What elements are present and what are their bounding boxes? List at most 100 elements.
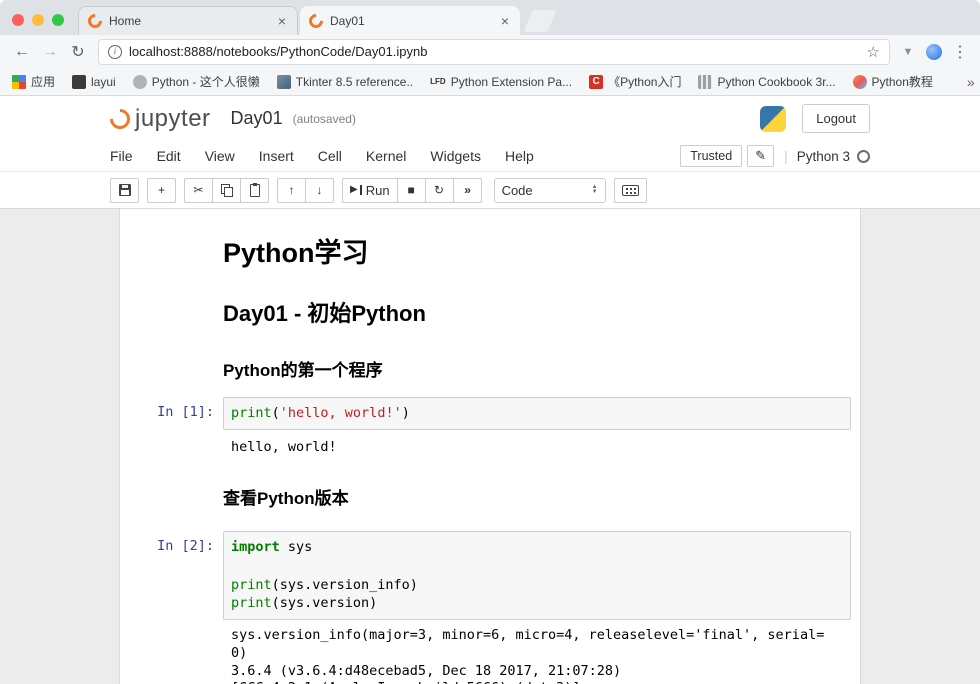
input-prompt: In [1]: — [129, 397, 223, 420]
copy-cell-button[interactable] — [212, 178, 241, 203]
menu-edit[interactable]: Edit — [145, 148, 193, 164]
add-cell-button[interactable]: + — [147, 178, 176, 203]
browser-window: Home × Day01 × ← → ↻ i localhost:8888/no… — [0, 0, 980, 684]
restart-run-all-button[interactable]: » — [453, 178, 482, 203]
menu-insert[interactable]: Insert — [247, 148, 306, 164]
menu-view[interactable]: View — [193, 148, 247, 164]
window-zoom-button[interactable] — [52, 14, 64, 26]
browser-menu-icon[interactable]: ⋮ — [950, 42, 970, 62]
save-button[interactable] — [110, 178, 139, 203]
extension-globe-icon[interactable] — [926, 44, 942, 60]
stop-icon: ■ — [407, 184, 414, 196]
refresh-icon: ↻ — [434, 184, 444, 196]
run-cell-button[interactable]: ▶ Run — [342, 178, 398, 203]
floppy-icon — [119, 184, 131, 196]
bookmarks-overflow-icon[interactable]: » — [967, 74, 975, 90]
kernel-divider: | — [784, 148, 788, 164]
kernel-name: Python 3 — [797, 149, 850, 164]
back-button[interactable]: ← — [10, 43, 34, 61]
jupyter-logo[interactable]: jupyter — [110, 105, 211, 133]
arrow-down-icon: ↓ — [317, 184, 323, 196]
extension-triangle-icon[interactable]: ▼ — [898, 46, 918, 58]
code-input[interactable]: import sysprint(sys.version_info)print(s… — [223, 531, 851, 620]
interrupt-kernel-button[interactable]: ■ — [397, 178, 426, 203]
menu-file[interactable]: File — [110, 148, 145, 164]
trusted-button[interactable]: Trusted — [680, 145, 742, 167]
tab-strip: Home × Day01 × — [0, 0, 980, 35]
paste-cell-button[interactable] — [240, 178, 269, 203]
browser-tab-day01[interactable]: Day01 × — [300, 6, 520, 35]
tab-title: Day01 — [330, 14, 492, 28]
window-minimize-button[interactable] — [32, 14, 44, 26]
bookmark-label: 应用 — [31, 73, 55, 90]
bookmark-tkinter[interactable]: Tkinter 8.5 reference.. — [277, 75, 413, 89]
paste-icon — [250, 184, 260, 197]
window-close-button[interactable] — [12, 14, 24, 26]
menu-kernel[interactable]: Kernel — [354, 148, 418, 164]
bookmark-python-extension[interactable]: LFD Python Extension Pa... — [430, 75, 572, 89]
bookmark-python-lazy[interactable]: Python - 这个人很懒 — [133, 73, 260, 90]
python-logo — [760, 106, 786, 132]
run-label: Run — [366, 183, 390, 198]
markdown-heading-3a[interactable]: Python的第一个程序 — [223, 356, 851, 381]
markdown-heading-1[interactable]: Python学习 — [223, 231, 851, 270]
jupyter-logo-icon — [106, 104, 134, 132]
browser-tab-home[interactable]: Home × — [78, 6, 298, 35]
notebook-scroll-area[interactable]: Python学习 Day01 - 初始Python Python的第一个程序 I… — [0, 208, 980, 684]
bookmark-label: layui — [91, 75, 116, 89]
tkinter-favicon — [277, 75, 291, 89]
bookmark-star-icon[interactable]: ☆ — [867, 43, 880, 61]
markdown-heading-3b[interactable]: 查看Python版本 — [223, 484, 851, 509]
lfd-favicon: LFD — [430, 77, 446, 86]
plus-icon: + — [158, 184, 165, 196]
bookmarks-bar: 应用 layui Python - 这个人很懒 Tkinter 8.5 refe… — [0, 68, 980, 96]
new-tab-button[interactable] — [524, 10, 557, 32]
jupyter-header: jupyter Day01 (autosaved) Logout — [0, 96, 980, 141]
book-favicon — [698, 75, 712, 89]
url-bar[interactable]: i localhost:8888/notebooks/PythonCode/Da… — [98, 39, 890, 65]
reload-button[interactable]: ↻ — [66, 42, 90, 62]
menu-help[interactable]: Help — [493, 148, 546, 164]
notebook-title[interactable]: Day01 — [231, 108, 283, 129]
cell-output: hello, world! — [223, 439, 851, 457]
url-text: localhost:8888/notebooks/PythonCode/Day0… — [129, 44, 860, 59]
cell-type-value: Code — [502, 183, 592, 198]
code-cell-2: In [2]: import sysprint(sys.version_info… — [129, 531, 851, 620]
bookmark-label: Tkinter 8.5 reference.. — [296, 75, 413, 89]
fast-forward-icon: » — [464, 184, 470, 196]
restart-kernel-button[interactable]: ↻ — [425, 178, 454, 203]
tutorial-favicon — [853, 75, 867, 89]
tab-close-icon[interactable]: × — [276, 13, 288, 29]
scissors-icon: ✂ — [193, 184, 203, 196]
page-favicon — [133, 75, 147, 89]
bookmark-python-cookbook[interactable]: Python Cookbook 3r... — [698, 75, 835, 89]
autosave-status: (autosaved) — [293, 112, 356, 126]
move-cell-up-button[interactable]: ↑ — [277, 178, 306, 203]
logout-button[interactable]: Logout — [802, 104, 870, 133]
c-favicon: C — [589, 75, 603, 89]
forward-button[interactable]: → — [38, 43, 62, 61]
menu-cell[interactable]: Cell — [306, 148, 354, 164]
notebook-toolbar: + ✂ ↑ ↓ ▶ Run ■ ↻ » Code ▲▼ — [0, 172, 980, 208]
input-prompt: In [2]: — [129, 531, 223, 554]
bookmark-label: Python Extension Pa... — [451, 75, 572, 89]
bookmark-layui[interactable]: layui — [72, 75, 116, 89]
arrow-up-icon: ↑ — [289, 184, 295, 196]
markdown-heading-2[interactable]: Day01 - 初始Python — [223, 296, 851, 328]
jupyter-favicon — [306, 11, 326, 31]
tab-close-icon[interactable]: × — [499, 13, 511, 29]
page-info-icon[interactable]: i — [108, 45, 122, 59]
code-input[interactable]: print('hello, world!') — [223, 397, 851, 430]
cell-type-select[interactable]: Code ▲▼ — [494, 178, 606, 203]
kernel-idle-icon — [857, 150, 870, 163]
cut-cell-button[interactable]: ✂ — [184, 178, 213, 203]
command-palette-button[interactable] — [614, 178, 647, 203]
browser-toolbar: ← → ↻ i localhost:8888/notebooks/PythonC… — [0, 35, 980, 68]
copy-icon — [221, 184, 233, 197]
bookmark-python-tutorial[interactable]: Python教程 — [853, 73, 933, 90]
layui-favicon — [72, 75, 86, 89]
bookmark-python-intro[interactable]: C 《Python入门 — [589, 73, 681, 90]
bookmark-apps[interactable]: 应用 — [12, 73, 55, 90]
move-cell-down-button[interactable]: ↓ — [305, 178, 334, 203]
menu-widgets[interactable]: Widgets — [418, 148, 493, 164]
